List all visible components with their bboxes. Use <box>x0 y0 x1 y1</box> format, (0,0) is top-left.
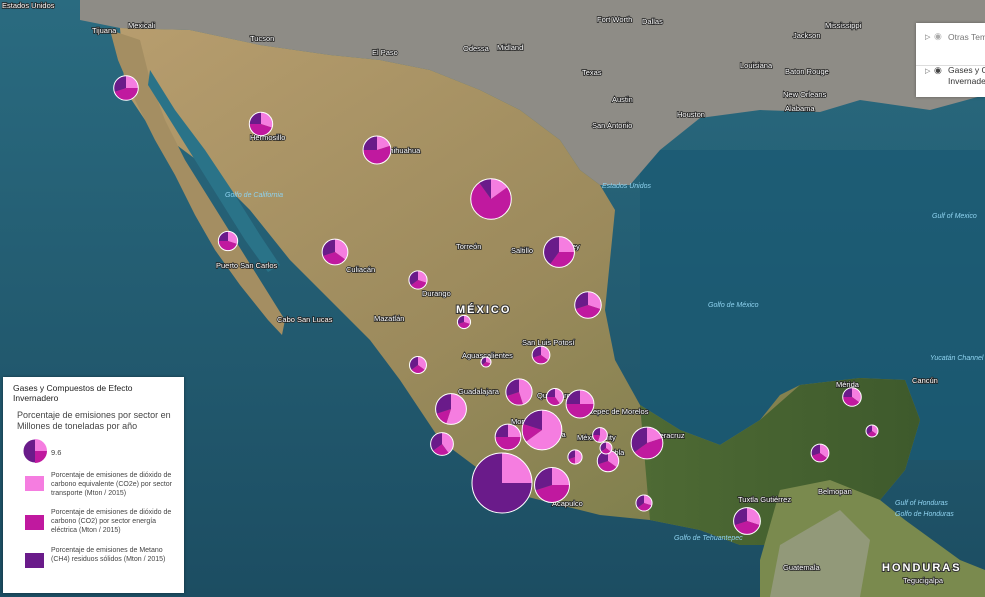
pie-marker[interactable] <box>113 75 139 101</box>
pie-marker[interactable] <box>733 507 761 535</box>
legend-swatch-methane <box>25 553 44 568</box>
country-label: MÉXICO <box>456 303 511 316</box>
layer-row-gases[interactable]: ▷ ◉ Gases y C Invernade <box>916 63 985 93</box>
expand-icon[interactable]: ▷ <box>925 33 930 41</box>
city-label: Estados Unidos <box>2 1 55 10</box>
pie-marker[interactable] <box>408 270 428 290</box>
legend-subtitle: Porcentaje de emisiones por sector en Mi… <box>17 410 171 431</box>
pie-marker[interactable] <box>494 423 522 451</box>
legend-swatch-transport <box>25 476 44 491</box>
pie-marker[interactable] <box>435 393 467 425</box>
pie-marker[interactable] <box>456 314 472 330</box>
legend-swatch-energy <box>25 515 44 530</box>
pie-marker[interactable] <box>630 426 664 460</box>
country-label: HONDURAS <box>882 562 962 574</box>
pie-marker[interactable] <box>635 494 653 512</box>
pie-marker[interactable] <box>362 135 392 165</box>
expand-icon[interactable]: ▷ <box>925 67 930 75</box>
city-label: Cabo San Lucas <box>277 315 333 324</box>
city-label: Jackson <box>793 31 821 40</box>
legend-pie-icon <box>22 438 48 464</box>
city-label: Tegucigalpa <box>903 576 944 585</box>
water-label: Golfo de México <box>708 302 759 309</box>
city-label: Tucson <box>250 34 274 43</box>
city-label: Cancún <box>912 376 938 385</box>
city-label: Durango <box>422 289 451 298</box>
water-label: Golfo de Tehuantepec <box>674 535 743 542</box>
pie-marker[interactable] <box>409 356 427 374</box>
water-label: Estados Unidos <box>602 183 652 190</box>
pie-marker[interactable] <box>565 389 595 419</box>
pie-marker[interactable] <box>321 238 349 266</box>
water-label: Gulf of Honduras <box>895 500 948 507</box>
layer-label: Gases y C Invernade <box>948 65 985 86</box>
city-label: Guadalajara <box>458 387 500 396</box>
city-label: El Paso <box>372 48 398 57</box>
water-label: Golfo de Honduras <box>895 511 954 518</box>
eye-hidden-icon[interactable]: ◉ <box>934 31 942 42</box>
city-label: Tijuana <box>92 26 117 35</box>
pie-marker[interactable] <box>217 230 239 252</box>
city-label: Mississippi <box>825 21 862 30</box>
city-label: Mexicali <box>128 21 155 30</box>
legend-item-label: Porcentaje de emisiones de Metano (CH4) … <box>51 547 166 563</box>
city-label: Fort Worth <box>597 15 632 24</box>
layer-list-panel: ▷ ◉ Otras Tem ▷ ◉ Gases y C Invernade <box>916 23 985 97</box>
city-label: Dallas <box>642 17 663 26</box>
pie-marker[interactable] <box>592 427 608 443</box>
legend-panel: Gases y Compuestos de Efecto Invernadero… <box>3 377 184 593</box>
water-label: Golfo de California <box>225 192 283 199</box>
pie-marker[interactable] <box>248 111 274 137</box>
pie-marker[interactable] <box>543 236 575 268</box>
pie-marker[interactable] <box>599 441 613 455</box>
city-label: Culiacán <box>346 265 375 274</box>
pie-marker[interactable] <box>865 424 879 438</box>
pie-marker[interactable] <box>810 443 830 463</box>
pie-marker[interactable] <box>430 432 454 456</box>
pie-marker[interactable] <box>531 345 551 365</box>
city-label: Tuxtla Gutiérrez <box>738 495 791 504</box>
city-label: Austin <box>612 95 633 104</box>
pie-marker[interactable] <box>842 387 862 407</box>
layer-row-otras[interactable]: ▷ ◉ Otras Tem <box>916 29 985 59</box>
city-label: Midland <box>497 43 523 52</box>
legend-sample-value: 9.6 <box>51 448 62 457</box>
city-label: Mazatlán <box>374 314 404 323</box>
eye-icon[interactable]: ◉ <box>934 65 942 76</box>
water-label: Gulf of Mexico <box>932 213 977 220</box>
layer-label: Otras Tem <box>948 32 985 42</box>
pie-marker[interactable] <box>546 388 564 406</box>
water-label: Yucatán Channel <box>930 355 984 362</box>
pie-marker[interactable] <box>505 378 533 406</box>
city-label: San Luis Potosí <box>522 338 575 347</box>
city-label: Puerto San Carlos <box>216 261 278 270</box>
city-label: San Antonio <box>592 121 632 130</box>
city-label: Odessa <box>463 44 490 53</box>
city-label: Louisiana <box>740 61 773 70</box>
city-label: Saltillo <box>511 246 533 255</box>
legend-item-label: Porcentaje de emisiones de dióxido de ca… <box>51 509 172 534</box>
city-label: Guatemala <box>783 563 821 572</box>
pie-marker[interactable] <box>574 291 602 319</box>
legend-title: Gases y Compuestos de Efecto Invernadero <box>13 383 133 403</box>
city-label: New Orleans <box>783 90 827 99</box>
city-label: Belmopan <box>818 487 852 496</box>
pie-marker[interactable] <box>534 467 570 503</box>
city-label: Houston <box>677 110 705 119</box>
city-label: Torreón <box>456 242 481 251</box>
city-label: Baton Rouge <box>785 67 829 76</box>
pie-marker[interactable] <box>470 178 512 220</box>
pie-marker[interactable] <box>471 452 533 514</box>
pie-marker[interactable] <box>480 356 492 368</box>
legend-item-label: Porcentaje de emisiones de dióxido de ca… <box>51 472 173 497</box>
pie-marker[interactable] <box>521 409 563 451</box>
city-label: Texas <box>582 68 602 77</box>
city-label: Mérida <box>836 380 860 389</box>
pie-marker[interactable] <box>567 449 583 465</box>
city-label: Alabama <box>785 104 815 113</box>
